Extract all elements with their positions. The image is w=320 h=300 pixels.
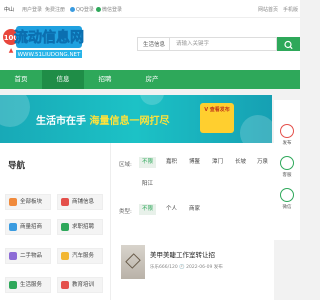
type-option[interactable]: 不限 — [139, 204, 157, 215]
listing-item[interactable]: 美甲美睫工作室转让招 乐乐666/120 🕐 2022-06-09 发布 — [117, 245, 273, 297]
category-item[interactable]: 生活服务 — [5, 277, 51, 293]
svg-text:▲: ▲ — [9, 47, 14, 54]
wechat-login-link[interactable]: 微信登录 — [96, 6, 122, 13]
listing-meta: 乐乐666/120 🕐 2022-06-09 发布 — [150, 265, 223, 270]
type-option[interactable]: 个人 — [166, 204, 177, 215]
area-option[interactable]: 阳江 — [142, 179, 153, 190]
home-link[interactable]: 网站首页 — [258, 6, 278, 13]
shop-icon — [61, 198, 69, 206]
area-option[interactable]: 长坡 — [235, 157, 246, 168]
book-icon — [61, 281, 69, 289]
qq-icon — [70, 7, 75, 12]
thumbnail-image — [125, 253, 141, 269]
svg-text:WWW.51LIUDONG.NET: WWW.51LIUDONG.NET — [18, 52, 81, 58]
search-icon — [284, 40, 293, 50]
category-item[interactable]: 全部板块 — [5, 194, 51, 210]
register-link[interactable]: 免费注册 — [45, 6, 65, 13]
category-item[interactable]: 求职招聘 — [57, 219, 103, 235]
listing-thumbnail[interactable] — [121, 245, 145, 279]
publish-icon — [280, 124, 294, 138]
wechat-icon — [280, 188, 294, 202]
nav-info[interactable]: 信息 — [42, 70, 84, 89]
nav-realestate[interactable]: 房产 — [126, 70, 178, 89]
site-logo[interactable]: 100 流动信息网 WWW.51LIUDONG.NET ▲ — [2, 22, 84, 64]
banner-bubble — [0, 95, 30, 127]
category-item[interactable]: 商铺信息 — [57, 194, 103, 210]
login-link[interactable]: 用户登录 — [22, 6, 42, 13]
area-option[interactable]: 博鳌 — [189, 157, 200, 168]
svg-text:流动信息网: 流动信息网 — [14, 29, 84, 46]
nav-home[interactable]: 首页 — [0, 70, 42, 89]
briefcase-icon — [9, 223, 17, 231]
listing-panel: 区域: 不限 嘉积 博鳌 潭门 长坡 万泉 阳江 类型: 不限 个人 商家 美甲… — [110, 143, 274, 300]
area-option[interactable]: 万泉 — [257, 157, 268, 168]
user-icon — [61, 223, 69, 231]
search-input[interactable]: 请输入关键字 — [169, 37, 277, 51]
banner-bubble — [140, 95, 164, 105]
service-icon — [280, 156, 294, 170]
float-wechat[interactable]: 微信 — [274, 188, 300, 210]
banner-tag: V 查看发布 — [200, 103, 234, 133]
area-option[interactable]: 潭门 — [212, 157, 223, 168]
type-option[interactable]: 商家 — [189, 204, 200, 215]
floating-toolbar: 发布 客服 微信 — [274, 100, 300, 240]
car-icon — [61, 252, 69, 260]
top-bar: 中山 用户登录 免费注册 QQ登录 微信登录 网站首页 手机版 — [0, 0, 300, 18]
service-icon — [9, 281, 17, 289]
search-button[interactable] — [277, 37, 300, 51]
area-option[interactable]: 不限 — [139, 157, 157, 168]
area-filter-label: 区域: — [119, 162, 132, 168]
category-select[interactable]: 生活信息 — [137, 37, 169, 51]
main-nav: 首页 信息 招聘 房产 — [0, 70, 300, 89]
type-filter-label: 类型: — [119, 209, 132, 215]
box-icon — [9, 252, 17, 260]
float-publish[interactable]: 发布 — [274, 124, 300, 146]
grid-icon — [9, 198, 17, 206]
nav-jobs[interactable]: 招聘 — [84, 70, 126, 89]
wechat-icon — [96, 7, 101, 12]
area-option[interactable]: 嘉积 — [166, 157, 177, 168]
qq-login-link[interactable]: QQ登录 — [70, 6, 94, 13]
mobile-link[interactable]: 手机版 — [283, 6, 298, 13]
header: 100 流动信息网 WWW.51LIUDONG.NET ▲ 生活信息 请输入关键… — [0, 18, 300, 70]
banner-bubble — [240, 115, 272, 143]
category-item[interactable]: 汽车服务 — [57, 248, 103, 264]
banner-headline: 生活市在手 海量信息一网打尽 — [36, 116, 170, 127]
category-item[interactable]: 教育培训 — [57, 277, 103, 293]
sidebar-title: 导航 — [8, 161, 26, 171]
promo-banner[interactable]: 生活市在手 海量信息一网打尽 V 查看发布 — [0, 95, 272, 143]
float-service[interactable]: 客服 — [274, 156, 300, 178]
category-item[interactable]: 商量招商 — [5, 219, 51, 235]
category-item[interactable]: 二手物品 — [5, 248, 51, 264]
page: 中山 用户登录 免费注册 QQ登录 微信登录 网站首页 手机版 100 流动信息… — [0, 0, 300, 300]
listing-title[interactable]: 美甲美睫工作室转让招 — [150, 249, 215, 259]
category-sidebar: 导航 全部板块 商铺信息 商量招商 求职招聘 二手物品 汽车服务 生活服务 教育… — [0, 143, 110, 300]
city-label[interactable]: 中山 — [4, 6, 14, 13]
